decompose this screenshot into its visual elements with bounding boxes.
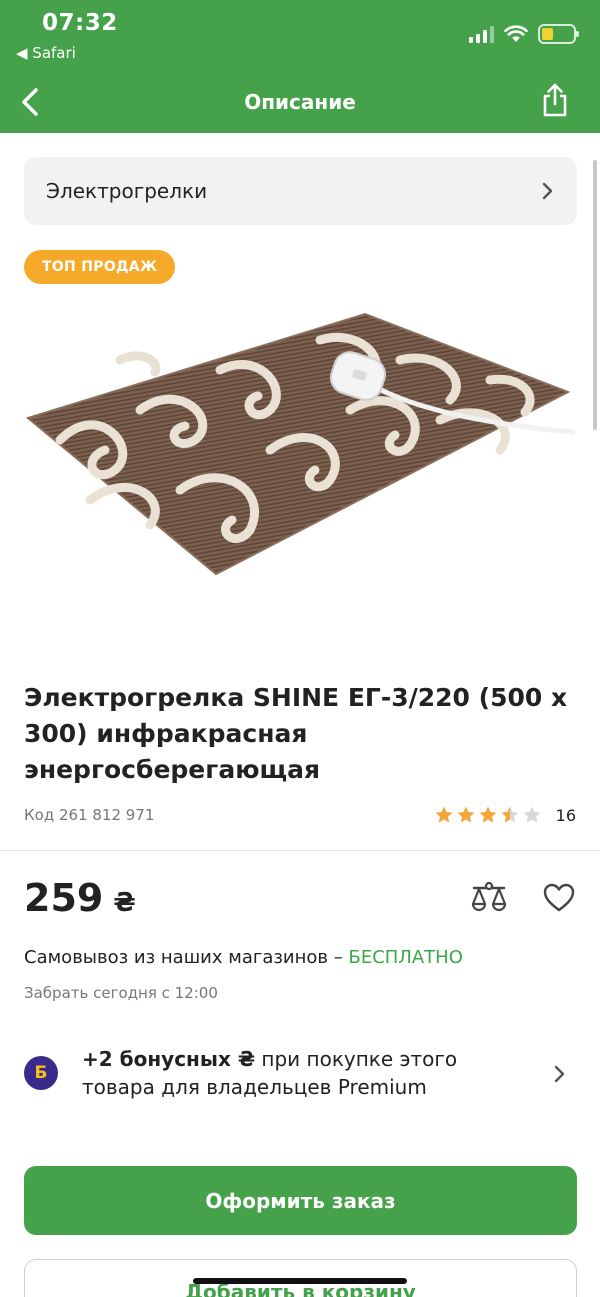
top-sales-badge: ТОП ПРОДАЖ	[24, 250, 176, 284]
price: 259 ₴	[24, 876, 136, 920]
product-code: Код 261 812 971	[24, 806, 155, 824]
star-icon	[457, 806, 475, 823]
star-icon	[435, 806, 453, 823]
bonus-promo[interactable]: Б +2 бонусных ₴ при покупке этого товара…	[24, 1042, 577, 1104]
share-icon[interactable]	[540, 82, 570, 118]
price-value: 259	[24, 876, 104, 920]
back-to-safari-link[interactable]: ◀ Safari	[16, 44, 76, 62]
status-time: 07:32	[42, 10, 118, 36]
scrollbar[interactable]	[593, 160, 597, 430]
product-title: Электрогрелка SHINE ЕГ-3/220 (500 х 300)…	[24, 683, 568, 784]
bonus-text: +2 бонусных ₴ при покупке этого товара д…	[82, 1045, 512, 1101]
breadcrumb-label: Электрогрелки	[46, 179, 208, 203]
battery-icon	[538, 24, 579, 44]
breadcrumb-category[interactable]: Электрогрелки	[24, 157, 577, 225]
pickup-free-label: БЕСПЛАТНО	[348, 947, 463, 968]
status-icons	[469, 24, 579, 44]
page-title: Описание	[244, 90, 356, 114]
product-image[interactable]	[20, 300, 580, 600]
chevron-right-icon	[542, 182, 553, 200]
half-star-icon	[501, 806, 519, 823]
pickup-label: Самовывоз из наших магазинов –	[24, 947, 343, 968]
price-currency: ₴	[113, 888, 136, 918]
wifi-icon	[504, 25, 528, 42]
heart-icon[interactable]	[542, 882, 576, 914]
top-bar: 07:32 ◀ Safari Описание	[0, 0, 600, 133]
cellular-signal-icon	[469, 25, 494, 43]
divider	[0, 850, 600, 851]
star-icon	[479, 806, 497, 823]
bonus-icon: Б	[24, 1056, 58, 1090]
chevron-right-icon	[554, 1065, 565, 1083]
empty-star-icon	[523, 806, 541, 823]
rating-count: 16	[555, 805, 576, 825]
rating[interactable]: 16	[434, 805, 576, 825]
pickup-info: Самовывоз из наших магазинов – БЕСПЛАТНО	[24, 947, 463, 968]
compare-scales-icon[interactable]	[470, 880, 508, 916]
bonus-amount: +2 бонусных ₴	[82, 1047, 256, 1071]
pickup-time: Забрать сегодня с 12:00	[24, 984, 218, 1002]
home-indicator[interactable]	[193, 1278, 407, 1284]
checkout-button[interactable]: Оформить заказ	[24, 1166, 577, 1235]
